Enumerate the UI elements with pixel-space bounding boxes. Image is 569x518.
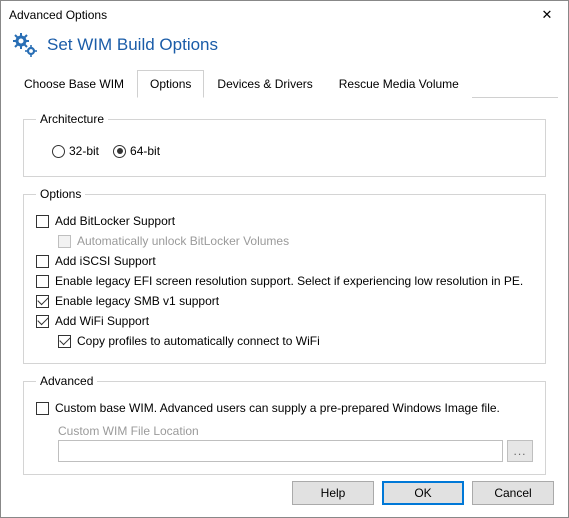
close-icon: ✕ [542,7,553,23]
checkbox-iscsi-label: Add iSCSI Support [55,254,156,268]
cancel-button[interactable]: Cancel [472,481,554,505]
window-title: Advanced Options [9,8,107,22]
tab-bar: Choose Base WIM Options Devices & Driver… [11,69,558,98]
gears-icon [11,31,39,59]
checkbox-wifi-copy[interactable] [58,335,71,348]
checkbox-custom-wim-label: Custom base WIM. Advanced users can supp… [55,401,500,415]
radio-64bit[interactable]: 64-bit [113,144,160,158]
tab-rescue-media-volume[interactable]: Rescue Media Volume [326,70,472,98]
checkbox-bitlocker-auto-label: Automatically unlock BitLocker Volumes [77,234,289,248]
advanced-group: Advanced Custom base WIM. Advanced users… [23,374,546,475]
radio-32bit[interactable]: 32-bit [52,144,99,158]
checkbox-legacy-efi[interactable] [36,275,49,288]
custom-wim-location-input[interactable] [58,440,503,462]
advanced-legend: Advanced [36,374,97,388]
checkbox-bitlocker-label: Add BitLocker Support [55,214,175,228]
checkbox-wifi[interactable] [36,315,49,328]
options-legend: Options [36,187,85,201]
tab-options[interactable]: Options [137,70,204,98]
checkbox-bitlocker-auto [58,235,71,248]
architecture-legend: Architecture [36,112,108,126]
checkbox-bitlocker[interactable] [36,215,49,228]
help-button[interactable]: Help [292,481,374,505]
tab-content: Architecture 32-bit 64-bit Options Add B… [1,98,568,495]
tab-choose-base-wim[interactable]: Choose Base WIM [11,70,137,98]
checkbox-custom-wim[interactable] [36,402,49,415]
radio-32bit-label: 32-bit [69,144,99,158]
checkbox-iscsi[interactable] [36,255,49,268]
checkbox-legacy-efi-label: Enable legacy EFI screen resolution supp… [55,274,523,288]
custom-wim-location-label: Custom WIM File Location [58,424,533,438]
close-button[interactable]: ✕ [526,1,568,29]
dialog-buttons: Help OK Cancel [292,481,554,505]
checkbox-legacy-smb[interactable] [36,295,49,308]
browse-button[interactable]: ... [507,440,533,462]
header: Set WIM Build Options [1,29,568,69]
header-title: Set WIM Build Options [47,35,218,55]
checkbox-wifi-label: Add WiFi Support [55,314,149,328]
checkbox-wifi-copy-label: Copy profiles to automatically connect t… [77,334,320,348]
titlebar: Advanced Options ✕ [1,1,568,29]
ok-button[interactable]: OK [382,481,464,505]
architecture-group: Architecture 32-bit 64-bit [23,112,546,177]
radio-icon [113,145,126,158]
tab-devices-drivers[interactable]: Devices & Drivers [204,70,325,98]
radio-icon [52,145,65,158]
options-group: Options Add BitLocker Support Automatica… [23,187,546,364]
checkbox-legacy-smb-label: Enable legacy SMB v1 support [55,294,219,308]
radio-64bit-label: 64-bit [130,144,160,158]
